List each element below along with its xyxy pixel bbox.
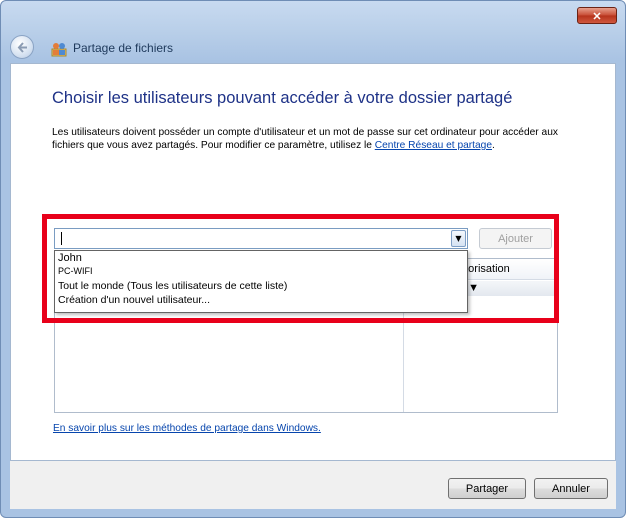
description-end: . bbox=[492, 140, 495, 151]
user-dropdown-list[interactable]: John PC-WIFI Tout le monde (Tous les uti… bbox=[54, 250, 468, 313]
back-button[interactable] bbox=[10, 35, 34, 59]
description: Les utilisateurs doivent posséder un com… bbox=[52, 126, 572, 152]
dialog-window: ✕ Partage de fichiers Choisir les utilis… bbox=[0, 0, 626, 518]
dropdown-option-new-user[interactable]: Création d'un nouvel utilisateur... bbox=[58, 294, 210, 306]
share-button[interactable]: Partager bbox=[448, 478, 526, 499]
page-heading: Choisir les utilisateurs pouvant accéder… bbox=[52, 89, 513, 107]
title-bar: ✕ Partage de fichiers bbox=[1, 1, 625, 63]
close-button[interactable]: ✕ bbox=[577, 7, 617, 24]
cancel-button[interactable]: Annuler bbox=[534, 478, 608, 499]
dropdown-option-john[interactable]: John bbox=[58, 252, 82, 264]
network-center-link[interactable]: Centre Réseau et partage bbox=[375, 140, 492, 151]
back-arrow-icon bbox=[17, 42, 27, 53]
dropdown-option-everyone[interactable]: Tout le monde (Tous les utilisateurs de … bbox=[58, 280, 287, 292]
window-title: Partage de fichiers bbox=[73, 41, 174, 55]
users-share-icon bbox=[51, 43, 67, 57]
learn-more-link[interactable]: En savoir plus sur les méthodes de parta… bbox=[53, 423, 321, 434]
dropdown-option-pc-wifi[interactable]: PC-WIFI bbox=[58, 266, 93, 276]
